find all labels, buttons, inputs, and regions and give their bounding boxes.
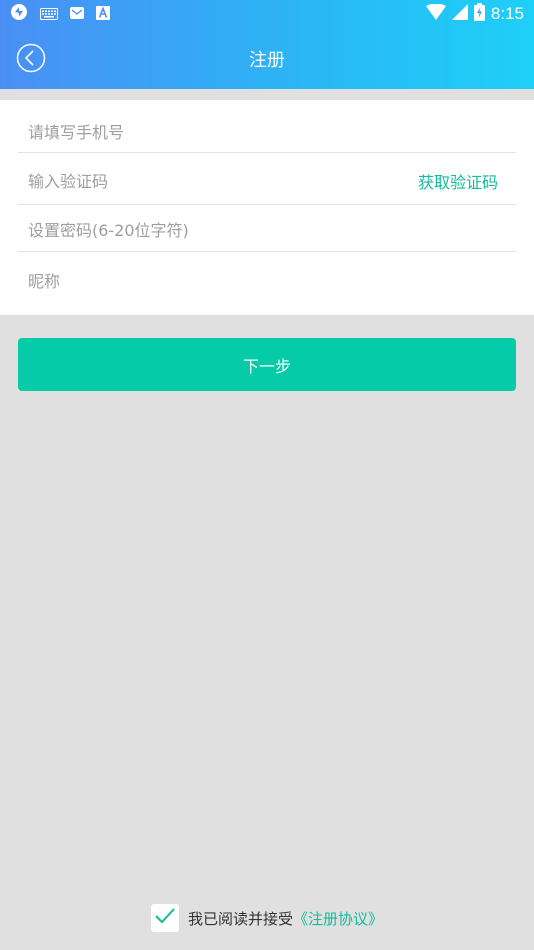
text-a-icon xyxy=(96,5,110,24)
password-field-row xyxy=(18,210,516,252)
nickname-field-row xyxy=(18,258,516,304)
get-code-button[interactable]: 获取验证码 xyxy=(418,158,498,204)
title-bar: 注册 xyxy=(0,28,534,89)
checkmark-icon xyxy=(154,907,176,929)
phone-field-row xyxy=(18,112,516,153)
status-bar-left-icons xyxy=(10,4,110,24)
signal-icon xyxy=(451,4,468,24)
wifi-icon xyxy=(425,3,446,24)
agreement-checkbox[interactable] xyxy=(150,904,179,932)
keyboard-icon xyxy=(40,5,58,24)
code-field-row: 获取验证码 xyxy=(18,158,516,205)
agreement-row: 我已阅读并接受 《注册协议》 xyxy=(0,903,534,933)
agreement-link[interactable]: 《注册协议》 xyxy=(293,908,383,929)
nickname-input[interactable] xyxy=(28,258,408,304)
mail-icon xyxy=(70,5,84,24)
battery-icon xyxy=(473,3,485,25)
verification-code-input[interactable] xyxy=(28,158,408,204)
status-bar-right-icons: 8:15 xyxy=(425,3,524,25)
status-time: 8:15 xyxy=(490,4,524,23)
app-header: 8:15 注册 xyxy=(0,0,534,89)
phone-input[interactable] xyxy=(28,112,408,152)
page-title: 注册 xyxy=(249,50,285,71)
password-input[interactable] xyxy=(28,210,408,251)
registration-form: 获取验证码 xyxy=(0,100,534,315)
agreement-text: 我已阅读并接受 xyxy=(187,909,293,928)
next-step-button[interactable]: 下一步 xyxy=(18,338,516,391)
app-notification-icon xyxy=(10,3,28,25)
status-bar: 8:15 xyxy=(0,0,534,28)
